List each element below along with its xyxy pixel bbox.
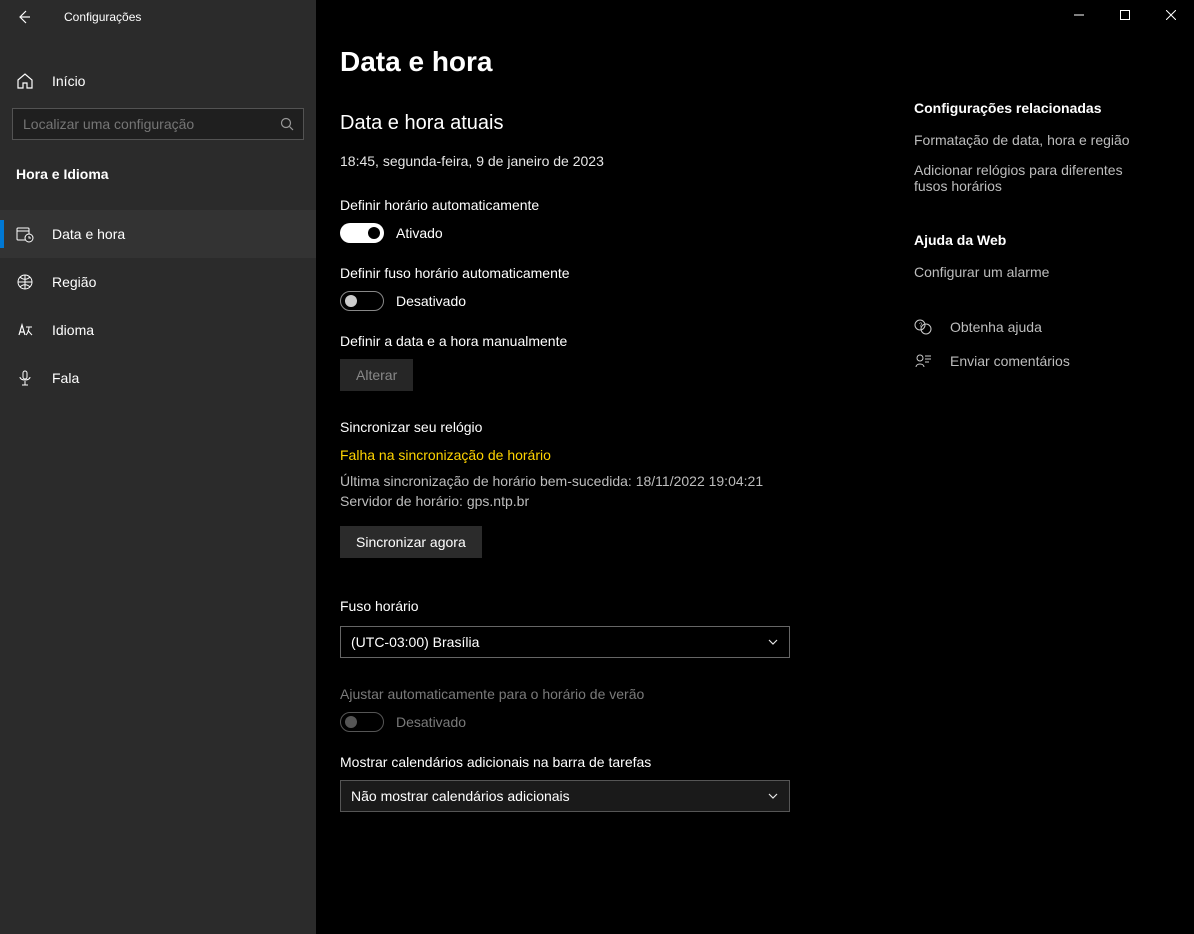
nav-label: Região: [52, 274, 96, 290]
calendars-value: Não mostrar calendários adicionais: [351, 788, 570, 804]
app-title: Configurações: [64, 10, 141, 24]
auto-tz-label: Definir fuso horário automaticamente: [340, 265, 882, 281]
sync-now-button[interactable]: Sincronizar agora: [340, 526, 482, 558]
dst-state: Desativado: [396, 714, 466, 730]
minimize-button[interactable]: [1056, 0, 1102, 30]
back-button[interactable]: [14, 7, 34, 27]
minimize-icon: [1074, 10, 1084, 20]
arrow-left-icon: [16, 9, 32, 25]
sync-last: Última sincronização de horário bem-suce…: [340, 473, 763, 489]
maximize-icon: [1120, 10, 1130, 20]
titlebar-left: Configurações: [0, 0, 316, 34]
auto-time-state: Ativado: [396, 225, 443, 241]
nav-item-speech[interactable]: Fala: [0, 354, 316, 402]
category-title: Hora e Idioma: [0, 140, 316, 196]
search-icon: [280, 117, 294, 131]
sync-info: Última sincronização de horário bem-suce…: [340, 471, 882, 512]
help-icon: ?: [914, 318, 932, 336]
webhelp-link-alarm[interactable]: Configurar um alarme: [914, 264, 1142, 280]
timezone-dropdown[interactable]: (UTC-03:00) Brasília: [340, 626, 790, 658]
auto-tz-toggle[interactable]: [340, 291, 384, 311]
home-nav[interactable]: Início: [0, 62, 316, 100]
close-button[interactable]: [1148, 0, 1194, 30]
get-help-label: Obtenha ajuda: [950, 319, 1042, 335]
nav-label: Fala: [52, 370, 79, 386]
timezone-value: (UTC-03:00) Brasília: [351, 634, 479, 650]
main-column: Data e hora Data e hora atuais 18:45, se…: [316, 0, 906, 934]
auto-time-toggle[interactable]: [340, 223, 384, 243]
calendar-clock-icon: [16, 225, 34, 243]
change-button: Alterar: [340, 359, 413, 391]
manual-set-label: Definir a data e a hora manualmente: [340, 333, 882, 349]
maximize-button[interactable]: [1102, 0, 1148, 30]
sidebar: Configurações Início Hora e Idioma Data …: [0, 0, 316, 934]
feedback-label: Enviar comentários: [950, 353, 1070, 369]
auto-time-label: Definir horário automaticamente: [340, 197, 882, 213]
sync-heading: Sincronizar seu relógio: [340, 419, 882, 435]
current-datetime-value: 18:45, segunda-feira, 9 de janeiro de 20…: [340, 153, 882, 169]
home-label: Início: [52, 73, 85, 89]
nav-list: Data e hora Região Idioma Fala: [0, 210, 316, 402]
calendars-dropdown[interactable]: Não mostrar calendários adicionais: [340, 780, 790, 812]
dst-toggle: [340, 712, 384, 732]
current-datetime-heading: Data e hora atuais: [340, 112, 882, 135]
chevron-down-icon: [767, 790, 779, 802]
auto-tz-state: Desativado: [396, 293, 466, 309]
webhelp-heading: Ajuda da Web: [914, 232, 1142, 248]
right-column: Configurações relacionadas Formatação de…: [906, 0, 1166, 934]
related-link-format[interactable]: Formatação de data, hora e região: [914, 132, 1142, 148]
calendars-label: Mostrar calendários adicionais na barra …: [340, 754, 882, 770]
page-title: Data e hora: [340, 46, 882, 78]
dst-label: Ajustar automaticamente para o horário d…: [340, 686, 882, 702]
close-icon: [1166, 10, 1176, 20]
related-heading: Configurações relacionadas: [914, 100, 1142, 116]
chevron-down-icon: [767, 636, 779, 648]
globe-icon: [16, 273, 34, 291]
nav-item-language[interactable]: Idioma: [0, 306, 316, 354]
feedback-link[interactable]: Enviar comentários: [914, 352, 1142, 370]
nav-item-date-time[interactable]: Data e hora: [0, 210, 316, 258]
search-input[interactable]: [12, 108, 304, 140]
nav-label: Idioma: [52, 322, 94, 338]
sync-server: Servidor de horário: gps.ntp.br: [340, 493, 529, 509]
sync-error-text: Falha na sincronização de horário: [340, 447, 882, 463]
language-icon: [16, 321, 34, 339]
search-wrap: [12, 108, 304, 140]
nav-label: Data e hora: [52, 226, 125, 242]
nav-item-region[interactable]: Região: [0, 258, 316, 306]
feedback-icon: [914, 352, 932, 370]
window-controls: [1056, 0, 1194, 30]
content-area: Data e hora Data e hora atuais 18:45, se…: [316, 0, 1194, 934]
home-icon: [16, 72, 34, 90]
related-link-clocks[interactable]: Adicionar relógios para diferentes fusos…: [914, 162, 1142, 194]
microphone-icon: [16, 369, 34, 387]
get-help-link[interactable]: ? Obtenha ajuda: [914, 318, 1142, 336]
tz-heading: Fuso horário: [340, 598, 882, 614]
